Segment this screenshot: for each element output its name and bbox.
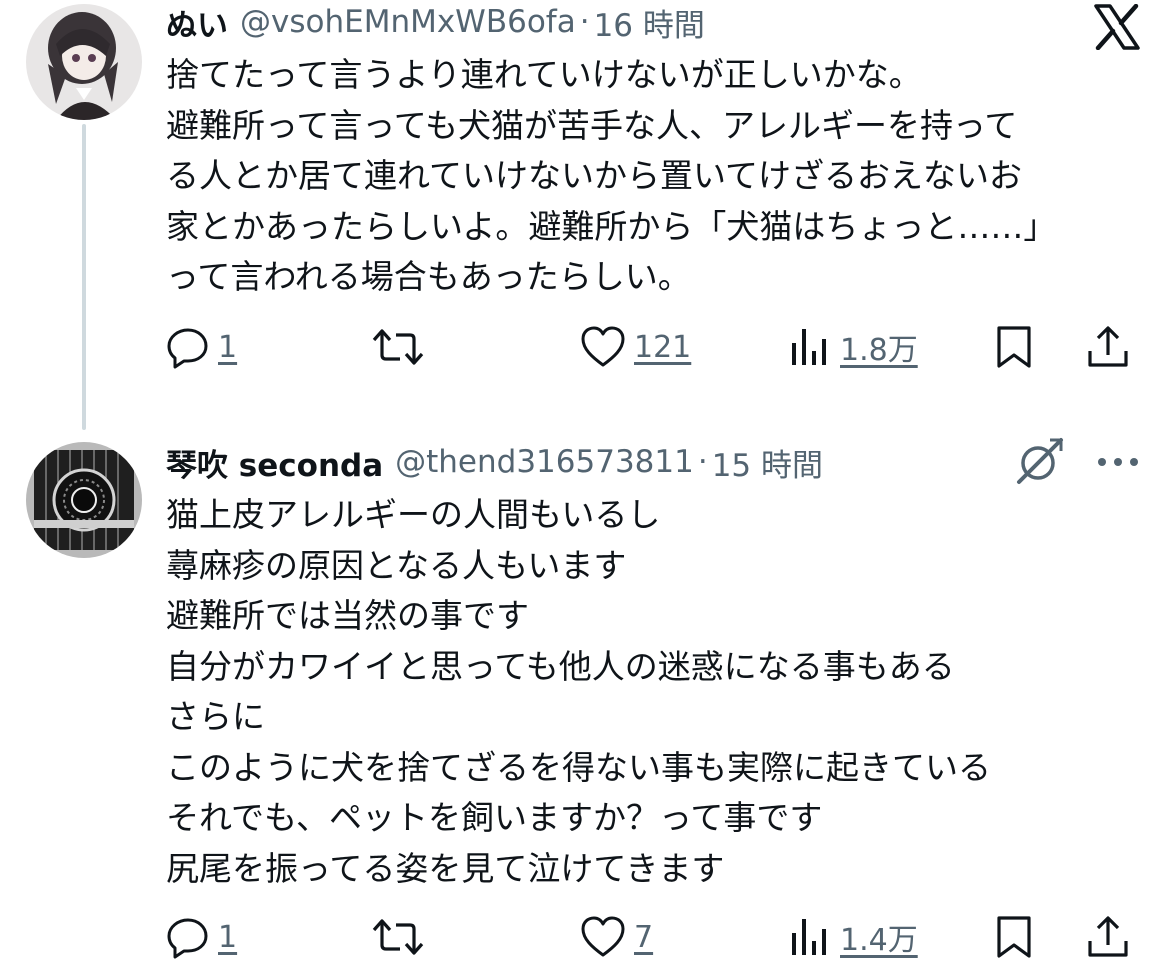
grok-icon[interactable] [1016,436,1064,490]
retweet-button[interactable] [370,912,426,962]
tweet-text-line: このように犬を捨てざるを得ない事も実際に起きている [166,747,991,787]
avatar[interactable] [26,442,142,558]
tweet-2[interactable]: 琴吹 seconda @thend316573811 · 15 時間 猫上皮アレ… [0,430,1170,960]
views-icon [788,325,832,369]
share-icon [1086,915,1130,959]
bookmark-button[interactable] [994,322,1034,372]
tweet-text-line: って言われる場合もあったらしい。 [166,257,691,296]
bookmark-icon [994,325,1034,369]
tweet-text-line: 猫上皮アレルギーの人間もいるし [166,495,661,534]
share-button[interactable] [1086,912,1130,962]
retweet-icon [370,325,426,369]
like-button[interactable]: 7 [580,912,653,962]
display-name[interactable]: ぬい [166,0,228,45]
reply-count: 1 [218,919,238,955]
reply-button[interactable]: 1 [166,912,237,962]
tweet-text-line: る人とか居て連れていけないから置いてけざるおえないお [166,156,1023,195]
reply-count: 1 [218,329,238,365]
user-handle[interactable]: @vsohEMnMxWB6ofa [240,4,576,40]
tweet-text-line: 尻尾を振ってる姿を見て泣けてきます [166,848,725,888]
tweet-text-line: それでも、ペットを飼いますか？って事です [166,798,823,837]
tweet-text-line: 蕁麻疹の原因となる人もいます [166,545,627,585]
timestamp[interactable]: 16 時間 [594,0,705,45]
tweet-actions: 1 121 1.8万 [166,322,1146,372]
retweet-icon [370,915,426,959]
tweet-text-line: 避難所では当然の事です [166,596,529,635]
reply-icon [166,325,210,369]
views-count: 1.4万 [840,923,918,958]
tweet-text: 猫上皮アレルギーの人間もいるし 蕁麻疹の原因となる人もいます 避難所では当然の事… [166,490,1156,894]
heart-icon [580,325,626,369]
x-logo-icon [1092,3,1142,54]
tweet-text-line: さらに [166,697,265,736]
like-button[interactable]: 121 [580,322,691,372]
tweet-actions: 1 7 1.4万 [166,912,1146,962]
like-count: 121 [634,329,692,365]
tweet-1[interactable]: ぬい @vsohEMnMxWB6ofa · 16 時間 捨てたって言うより連れて… [0,0,1170,400]
like-count: 7 [634,919,654,955]
share-button[interactable] [1086,322,1130,372]
bookmark-icon [994,915,1034,959]
timestamp[interactable]: 15 時間 [712,440,823,485]
views-count: 1.8万 [840,333,918,368]
user-handle[interactable]: @thend316573811 [395,444,694,480]
tweet-text: 捨てたって言うより連れていけないが正しいかな。 避難所って言っても犬猫が苦手な人… [166,50,1156,303]
reply-button[interactable]: 1 [166,322,237,372]
retweet-button[interactable] [370,322,426,372]
reply-icon [166,915,210,959]
tweet-text-line: 避難所って言っても犬猫が苦手な人、アレルギーを持って [166,105,1018,145]
tweet-header: ぬい @vsohEMnMxWB6ofa · 16 時間 [166,0,705,44]
avatar[interactable] [26,4,142,120]
views-icon [788,915,832,959]
views-button[interactable]: 1.4万 [788,912,918,962]
more-icon[interactable] [1096,454,1140,473]
display-name[interactable]: 琴吹 seconda [166,440,383,485]
tweet-text-line: 家とかあったらしいよ。避難所から「犬猫はちょっと……」 [166,206,1057,246]
separator-dot: · [697,444,708,480]
tweet-text-line: 自分がカワイイと思っても他人の迷惑になる事もある [166,646,955,686]
heart-icon [580,915,626,959]
bookmark-button[interactable] [994,912,1034,962]
share-icon [1086,325,1130,369]
separator-dot: · [579,4,590,40]
tweet-header: 琴吹 seconda @thend316573811 · 15 時間 [166,440,823,484]
tweet-text-line: 捨てたって言うより連れていけないが正しいかな。 [166,55,922,94]
views-button[interactable]: 1.8万 [788,322,918,372]
